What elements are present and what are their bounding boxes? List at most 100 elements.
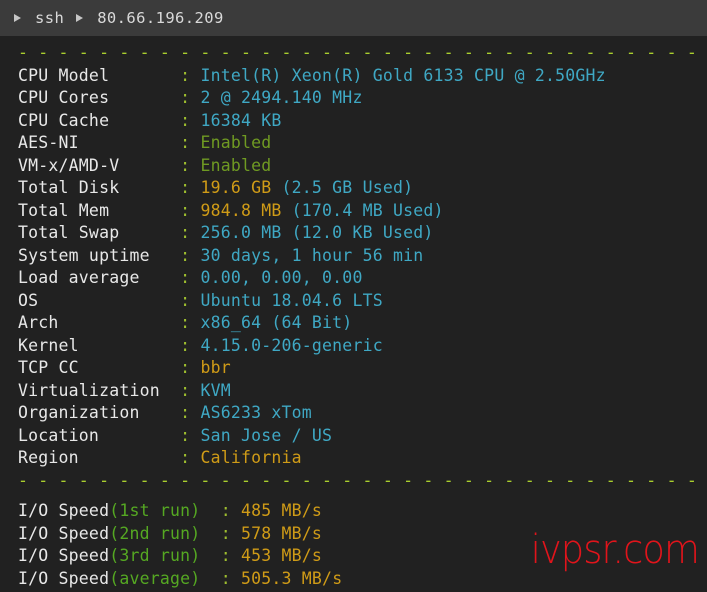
io-speed-value: 505.3 MB/s — [240, 568, 343, 588]
info-value: San Jose / US — [200, 425, 333, 445]
info-colon: : — [180, 268, 201, 287]
io-speed-value: 453 MB/s — [240, 546, 323, 565]
io-speed-row: I/O Speed(1st run) : 485 MB/s — [0, 500, 707, 523]
triangle-right-icon-2 — [76, 14, 84, 22]
info-colon: : — [180, 448, 201, 467]
info-value: 4.15.0-206-generic — [200, 335, 383, 355]
info-row: Organization : AS6233 xTom — [0, 402, 707, 425]
info-row: Total Swap : 256.0 MB (12.0 KB Used) — [0, 222, 707, 245]
info-row: VM-x/AMD-V : Enabled — [0, 155, 707, 178]
titlebar-host-label: 80.66.196.209 — [97, 9, 224, 27]
info-colon: : — [180, 88, 201, 107]
info-row: AES-NI : Enabled — [0, 132, 707, 155]
info-value: Intel(R) Xeon(R) Gold 6133 CPU @ 2.50GHz — [200, 65, 606, 85]
info-row: System uptime : 30 days, 1 hour 56 min — [0, 245, 707, 268]
info-row: TCP CC : bbr — [0, 357, 707, 380]
info-value: x86_64 (64 Bit) — [200, 313, 353, 332]
info-label: Total Disk — [18, 178, 181, 197]
info-colon: : — [180, 403, 201, 422]
info-row: Load average : 0.00, 0.00, 0.00 — [0, 267, 707, 290]
triangle-right-icon — [14, 14, 21, 22]
info-value: bbr — [200, 358, 231, 377]
io-speed-label: I/O Speed — [18, 501, 110, 520]
io-speed-run: (2nd run) — [109, 523, 221, 543]
info-row: Location : San Jose / US — [0, 425, 707, 448]
info-label: AES-NI — [18, 133, 181, 152]
info-value: 256.0 MB — [200, 223, 282, 242]
terminal-window: ssh 80.66.196.209 - - - - - - - - - - - … — [0, 0, 707, 592]
info-label: Kernel — [18, 335, 181, 355]
info-colon: : — [180, 245, 201, 265]
io-speed-run: (3rd run) — [109, 546, 221, 565]
info-label: CPU Cores — [18, 88, 181, 107]
info-value-extra: (12.0 KB Used) — [281, 223, 434, 242]
io-speed-label: I/O Speed — [18, 546, 110, 565]
info-label: System uptime — [18, 245, 181, 265]
info-row: Total Mem : 984.8 MB (170.4 MB Used) — [0, 200, 707, 223]
window-title-bar: ssh 80.66.196.209 — [0, 0, 707, 36]
info-label: TCP CC — [18, 358, 181, 377]
info-value: 16384 KB — [200, 110, 282, 130]
info-row: CPU Cache : 16384 KB — [0, 110, 707, 133]
io-speed-label: I/O Speed — [18, 523, 110, 543]
info-row: Arch : x86_64 (64 Bit) — [0, 312, 707, 335]
info-label: Load average — [18, 268, 181, 287]
io-speed-value: 578 MB/s — [240, 523, 323, 543]
terminal-output[interactable]: - - - - - - - - - - - - - - - - - - - - … — [0, 36, 707, 592]
watermark-ivpsr: ivpsr.com — [530, 527, 700, 573]
titlebar-app-label: ssh — [35, 9, 65, 27]
info-row: Kernel : 4.15.0-206-generic — [0, 335, 707, 358]
info-colon: : — [180, 335, 201, 355]
info-colon: : — [180, 133, 201, 152]
io-speed-colon: : — [220, 568, 241, 588]
info-value: Enabled — [200, 133, 272, 152]
info-label: CPU Model — [18, 65, 181, 85]
info-value: 984.8 MB — [200, 200, 282, 220]
info-value: AS6233 xTom — [200, 403, 312, 422]
info-value: Enabled — [200, 155, 272, 175]
info-value: 19.6 GB — [200, 178, 272, 197]
info-label: CPU Cache — [18, 110, 181, 130]
info-colon: : — [180, 223, 201, 242]
info-colon: : — [180, 358, 201, 377]
io-speed-colon: : — [220, 523, 241, 543]
system-info-block: CPU Model : Intel(R) Xeon(R) Gold 6133 C… — [0, 65, 707, 470]
info-colon: : — [180, 110, 201, 130]
info-colon: : — [180, 290, 201, 310]
info-row: CPU Model : Intel(R) Xeon(R) Gold 6133 C… — [0, 65, 707, 88]
divider-middle: - - - - - - - - - - - - - - - - - - - - … — [18, 470, 697, 490]
info-colon: : — [180, 200, 201, 220]
info-label: Arch — [18, 313, 181, 332]
info-label: Region — [18, 448, 181, 467]
info-value: 30 days, 1 hour 56 min — [200, 245, 424, 265]
info-row: Total Disk : 19.6 GB (2.5 GB Used) — [0, 177, 707, 200]
info-value: 0.00, 0.00, 0.00 — [200, 268, 363, 287]
io-speed-value: 485 MB/s — [240, 501, 323, 520]
divider-top: - - - - - - - - - - - - - - - - - - - - … — [18, 43, 697, 62]
info-value: KVM — [200, 380, 231, 400]
info-row: CPU Cores : 2 @ 2494.140 MHz — [0, 87, 707, 110]
info-row: OS : Ubuntu 18.04.6 LTS — [0, 290, 707, 313]
io-speed-colon: : — [220, 546, 241, 565]
info-label: Location — [18, 425, 181, 445]
io-speed-run: (1st run) — [109, 501, 221, 520]
info-row: Region : California — [0, 447, 707, 470]
info-value-extra: (2.5 GB Used) — [271, 178, 414, 197]
info-row: Virtualization : KVM — [0, 380, 707, 403]
info-label: Total Mem — [18, 200, 181, 220]
info-label: VM-x/AMD-V — [18, 155, 181, 175]
info-value: 2 @ 2494.140 MHz — [200, 88, 363, 107]
info-colon: : — [180, 155, 201, 175]
info-label: Total Swap — [18, 223, 181, 242]
info-colon: : — [180, 65, 201, 85]
info-label: Organization — [18, 403, 181, 422]
info-colon: : — [180, 178, 201, 197]
info-label: Virtualization — [18, 380, 181, 400]
info-colon: : — [180, 425, 201, 445]
io-speed-label: I/O Speed — [18, 568, 110, 588]
io-speed-colon: : — [220, 501, 241, 520]
info-colon: : — [180, 313, 201, 332]
io-speed-run: (average) — [109, 568, 221, 588]
info-colon: : — [180, 380, 201, 400]
